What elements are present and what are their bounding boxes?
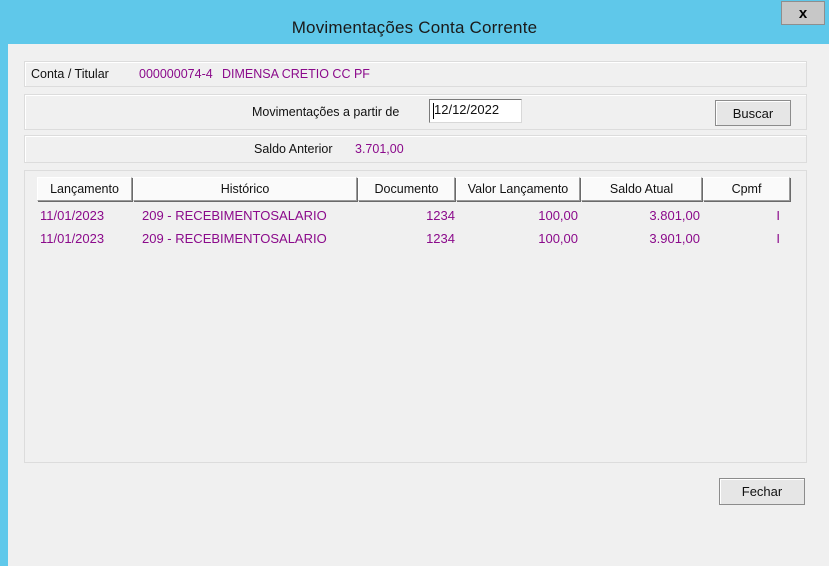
row-historico: 209 - RECEBIMENTOSALARIO <box>142 231 327 246</box>
previous-balance-label: Saldo Anterior <box>254 142 333 156</box>
filter-panel: Movimentações a partir de 12/12/2022 Bus… <box>24 94 807 130</box>
close-button[interactable]: Fechar <box>719 478 805 505</box>
row-valor: 100,00 <box>538 231 578 246</box>
app-window: Movimentações Conta Corrente x Conta / T… <box>0 0 829 566</box>
balance-panel: Saldo Anterior 3.701,00 <box>24 135 807 163</box>
search-button[interactable]: Buscar <box>715 100 791 126</box>
column-header-saldo-atual[interactable]: Saldo Atual <box>581 177 702 201</box>
account-panel: Conta / Titular 000000074-4 DIMENSA CRET… <box>24 61 807 87</box>
row-lancamento: 11/01/2023 <box>40 208 105 223</box>
row-lancamento: 11/01/2023 <box>40 231 105 246</box>
row-saldo: 3.901,00 <box>649 231 700 246</box>
account-holder: DIMENSA CRETIO CC PF <box>222 67 370 81</box>
column-header-lancamento[interactable]: Lançamento <box>37 177 132 201</box>
dialog-body: Conta / Titular 000000074-4 DIMENSA CRET… <box>8 44 829 566</box>
row-documento: 1234 <box>426 231 455 246</box>
text-caret <box>433 103 434 119</box>
column-header-cpmf[interactable]: Cpmf <box>703 177 790 201</box>
row-cpmf: I <box>776 231 780 246</box>
start-date-input[interactable]: 12/12/2022 <box>429 99 522 123</box>
row-valor: 100,00 <box>538 208 578 223</box>
account-label: Conta / Titular <box>31 67 109 81</box>
column-header-historico[interactable]: Histórico <box>133 177 357 201</box>
row-saldo: 3.801,00 <box>649 208 700 223</box>
account-number: 000000074-4 <box>139 67 213 81</box>
filter-date-label: Movimentações a partir de <box>252 105 400 119</box>
row-documento: 1234 <box>426 208 455 223</box>
close-window-button[interactable]: x <box>781 1 825 25</box>
column-header-documento[interactable]: Documento <box>358 177 455 201</box>
start-date-value: 12/12/2022 <box>434 102 500 117</box>
row-historico: 209 - RECEBIMENTOSALARIO <box>142 208 327 223</box>
title-bar[interactable]: Movimentações Conta Corrente x <box>0 0 829 44</box>
window-title: Movimentações Conta Corrente <box>291 18 538 37</box>
column-header-valor-lancamento[interactable]: Valor Lançamento <box>456 177 580 201</box>
previous-balance-value: 3.701,00 <box>355 142 404 156</box>
row-cpmf: I <box>776 208 780 223</box>
